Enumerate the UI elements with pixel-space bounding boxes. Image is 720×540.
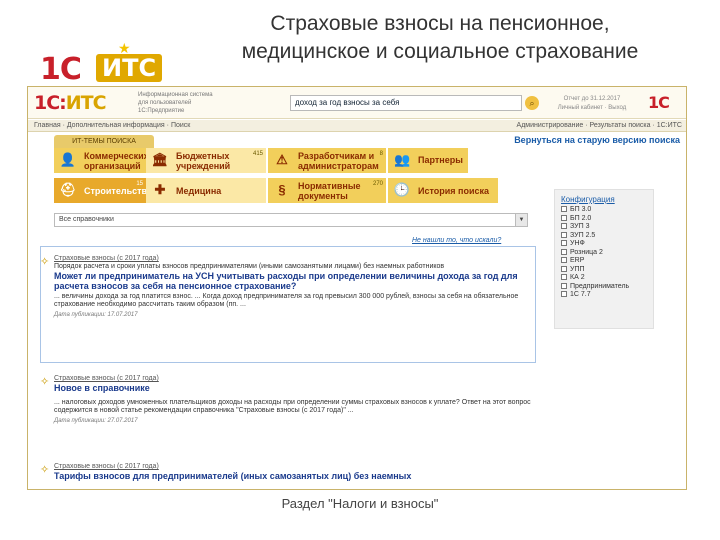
result-source[interactable]: Страховые взносы (с 2017 года) — [54, 255, 536, 263]
chevron-down-icon[interactable]: ▼ — [515, 214, 527, 226]
config-item[interactable]: УПП — [561, 265, 653, 275]
checkbox[interactable] — [561, 240, 567, 246]
result-snippet: ... налоговых доходов умноженных платель… — [54, 399, 531, 414]
result-date: Дата публикации: 17.07.2017 — [54, 312, 138, 318]
config-item[interactable]: УНФ — [561, 240, 653, 249]
header-info-line2: для пользователей — [138, 100, 192, 106]
helmet-icon: ⛑ — [59, 182, 77, 197]
building-icon: 🏛 — [151, 152, 169, 167]
subscription-info: Отчет до 31.12.2017 — [563, 96, 621, 102]
header-info: Информационная система для пользователей… — [138, 91, 278, 115]
category-label: учреждений — [176, 161, 231, 171]
category-label: Партнеры — [418, 155, 463, 165]
category-label: Медицина — [176, 186, 222, 196]
configuration-filter: Конфигурация БП 3.0 БП 2.0 ЗУП 3 ЗУП 2.5… — [554, 189, 654, 329]
config-item[interactable]: БП 2.0 — [561, 214, 653, 224]
checkbox[interactable] — [561, 274, 567, 280]
its-search-screenshot: 1С:ИТС Информационная система для пользо… — [27, 86, 687, 490]
warning-icon: ⚠ — [276, 152, 288, 167]
category-partners[interactable]: 👥 Партнеры — [388, 148, 468, 173]
config-item[interactable]: Предприниматель — [561, 282, 653, 292]
header-info-line3: 1С:Предприятие — [138, 108, 185, 114]
config-item[interactable]: КА 2 — [561, 274, 653, 283]
category-label: документы — [298, 191, 348, 201]
slide-title-line2: медицинское и социальное страхование — [241, 40, 639, 63]
account-links[interactable]: Личный кабинет · Выход — [542, 104, 642, 113]
category-normative-docs[interactable]: § 270 Нормативные документы — [268, 178, 386, 203]
partners-icon: 👥 — [394, 152, 411, 167]
category-label: История поиска — [418, 186, 490, 196]
checkbox[interactable] — [561, 265, 567, 272]
category-construction[interactable]: ⛑ 15 Строительство — [54, 178, 152, 203]
config-item[interactable]: ERP — [561, 257, 653, 266]
category-label: администраторам — [298, 161, 379, 171]
its-header: 1С:ИТС Информационная система для пользо… — [28, 87, 686, 119]
logo-1c-mark: 1С — [40, 52, 82, 87]
book-icon: ✧ — [40, 376, 50, 388]
paragraph-icon: § — [278, 182, 286, 197]
result-title[interactable]: Тарифы взносов для предпринимателей (ины… — [54, 471, 536, 481]
result-source[interactable]: Страховые взносы (с 2017 года) — [54, 375, 536, 383]
checkbox[interactable] — [561, 291, 567, 297]
person-icon: 👤 — [59, 152, 77, 167]
result-subtitle: Порядок расчета и сроки уплаты взносов п… — [54, 263, 445, 270]
search-input[interactable]: доход за год взносы за себя — [290, 95, 522, 111]
category-count: 415 — [252, 151, 263, 157]
header-account-info: Отчет до 31.12.2017 Личный кабинет · Вых… — [542, 95, 642, 113]
clock-icon: 🕒 — [393, 182, 411, 197]
category-count: 15 — [136, 181, 143, 187]
magnifier-icon[interactable]: ⌕ — [525, 96, 539, 110]
slide-caption: Раздел "Налоги и взносы" — [281, 496, 439, 511]
book-icon: ✧ — [40, 256, 50, 268]
result-source[interactable]: Страховые взносы (с 2017 года) — [54, 463, 536, 471]
logo-main: 1С: — [34, 92, 67, 114]
its-header-logo[interactable]: 1С:ИТС — [34, 92, 107, 114]
category-label: Разработчикам и — [298, 151, 375, 161]
checkbox[interactable] — [561, 206, 567, 212]
slide-title: Страховые взносы на пенсионное, медицинс… — [180, 10, 700, 66]
top-nav: Главная · Дополнительная информация · По… — [28, 120, 686, 132]
tab-it-topics[interactable]: ИТ-ТЕМЫ ПОИСКА — [54, 135, 154, 148]
config-item[interactable]: Розница 2 — [561, 248, 653, 258]
checkbox[interactable] — [561, 231, 567, 238]
checkbox[interactable] — [561, 214, 567, 221]
nav-left-links[interactable]: Главная · Дополнительная информация · По… — [34, 120, 190, 132]
reference-select[interactable]: Все справочники ▼ — [54, 213, 528, 227]
logo-its-text: ИТС — [96, 54, 163, 82]
header-info-line1: Информационная система — [138, 92, 213, 98]
checkbox[interactable] — [561, 223, 567, 229]
result-title[interactable]: Может ли предприниматель на УСН учитыват… — [54, 271, 536, 291]
result-title[interactable]: Новое в справочнике — [54, 383, 536, 393]
nav-right-links[interactable]: Администрирование · Результаты поиска · … — [517, 120, 682, 132]
category-medicine[interactable]: ✚ Медицина — [146, 178, 266, 203]
tab-strip: ИТ-ТЕМЫ ПОИСКА Вернуться на старую верси… — [28, 134, 686, 148]
old-version-link[interactable]: Вернуться на старую версию поиска — [514, 135, 680, 145]
config-item[interactable]: 1С 7.7 — [561, 291, 653, 300]
search-result[interactable]: ✧ Страховые взносы (с 2017 года) Тарифы … — [40, 463, 536, 489]
logo-accent: ИТС — [65, 92, 107, 114]
category-budget[interactable]: 🏛 415 Бюджетных учреждений — [146, 148, 266, 173]
result-date: Дата публикации: 27.07.2017 — [54, 418, 138, 424]
checkbox[interactable] — [561, 257, 567, 263]
config-item[interactable]: ЗУП 3 — [561, 223, 653, 232]
category-count: 8 — [379, 151, 383, 157]
configuration-header[interactable]: Конфигурация — [561, 195, 653, 204]
config-item[interactable]: ЗУП 2.5 — [561, 231, 653, 241]
search-result[interactable]: ✧ Страховые взносы (с 2017 года) Порядок… — [40, 255, 536, 355]
config-item[interactable]: БП 3.0 — [561, 206, 653, 215]
medical-cross-icon: ✚ — [154, 182, 166, 197]
category-search-history[interactable]: 🕒 История поиска — [388, 178, 498, 203]
header-logo-right: 1С — [648, 93, 670, 112]
checkbox[interactable] — [561, 282, 567, 289]
search-result[interactable]: ✧ Страховые взносы (с 2017 года) Новое в… — [40, 375, 536, 445]
book-icon: ✧ — [40, 464, 50, 476]
checkbox[interactable] — [561, 248, 567, 255]
slide-title-line1: Страховые взносы на пенсионное, — [270, 12, 610, 35]
category-developers[interactable]: ⚠ 8 Разработчикам и администраторам — [268, 148, 386, 173]
reference-select-value: Все справочники — [59, 216, 114, 223]
result-snippet: ... величины дохода за год платится взно… — [54, 293, 519, 308]
category-count: 270 — [372, 181, 383, 187]
not-found-link[interactable]: Не нашли то, что искали? — [412, 237, 501, 244]
